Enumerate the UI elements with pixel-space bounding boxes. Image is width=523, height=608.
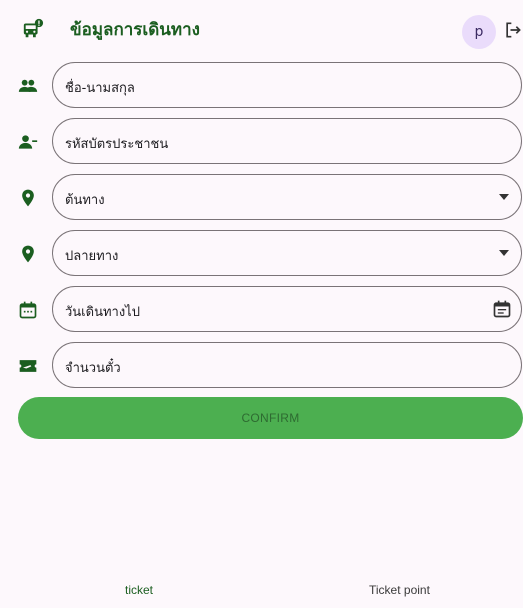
destination-select[interactable]: ปลายทาง [52,230,522,276]
id-card-field[interactable]: รหัสบัตรประชาชน [52,118,522,164]
origin-row: ต้นทาง [0,174,523,222]
nav-ticket-point[interactable]: Ticket point [369,583,430,597]
confirm-button-label: CONFIRM [241,411,300,425]
app-header: ข้อมูลการเดินทาง p [0,0,523,60]
people-icon [18,79,38,92]
person-remove-icon [18,135,38,149]
location-pin-icon [22,245,34,263]
tickets-row: จำนวนตั๋ว [0,342,523,390]
destination-row: ปลายทาง [0,230,523,278]
location-pin-icon [22,189,34,207]
calendar-icon [19,301,37,319]
bottom-navigation: ticket Ticket point [0,575,523,608]
name-label: ชื่อ-นามสกุล [65,81,135,96]
nav-ticket[interactable]: ticket [125,583,153,597]
origin-select[interactable]: ต้นทาง [52,174,522,220]
origin-label: ต้นทาง [65,193,105,208]
airplane-ticket-icon [19,360,37,372]
ticket-count-label: จำนวนตั๋ว [65,361,121,376]
destination-label: ปลายทาง [65,249,119,264]
confirm-button[interactable]: CONFIRM [18,397,523,439]
name-row: ชื่อ-นามสกุล [0,62,523,110]
date-row: วันเดินทางไป [0,286,523,334]
page-title: ข้อมูลการเดินทาง [70,20,200,40]
id-row: รหัสบัตรประชาชน [0,118,523,166]
dropdown-arrow-icon[interactable] [499,250,509,256]
dropdown-arrow-icon[interactable] [499,194,509,200]
bus-alert-icon [23,18,44,38]
departure-date-label: วันเดินทางไป [65,305,140,320]
ticket-count-field[interactable]: จำนวนตั๋ว [52,342,522,388]
name-field[interactable]: ชื่อ-นามสกุล [52,62,522,108]
calendar-picker-icon[interactable] [492,299,512,319]
departure-date-field[interactable]: วันเดินทางไป [52,286,522,332]
logout-icon[interactable] [503,20,523,40]
id-card-label: รหัสบัตรประชาชน [65,137,169,152]
avatar[interactable]: p [462,15,496,49]
